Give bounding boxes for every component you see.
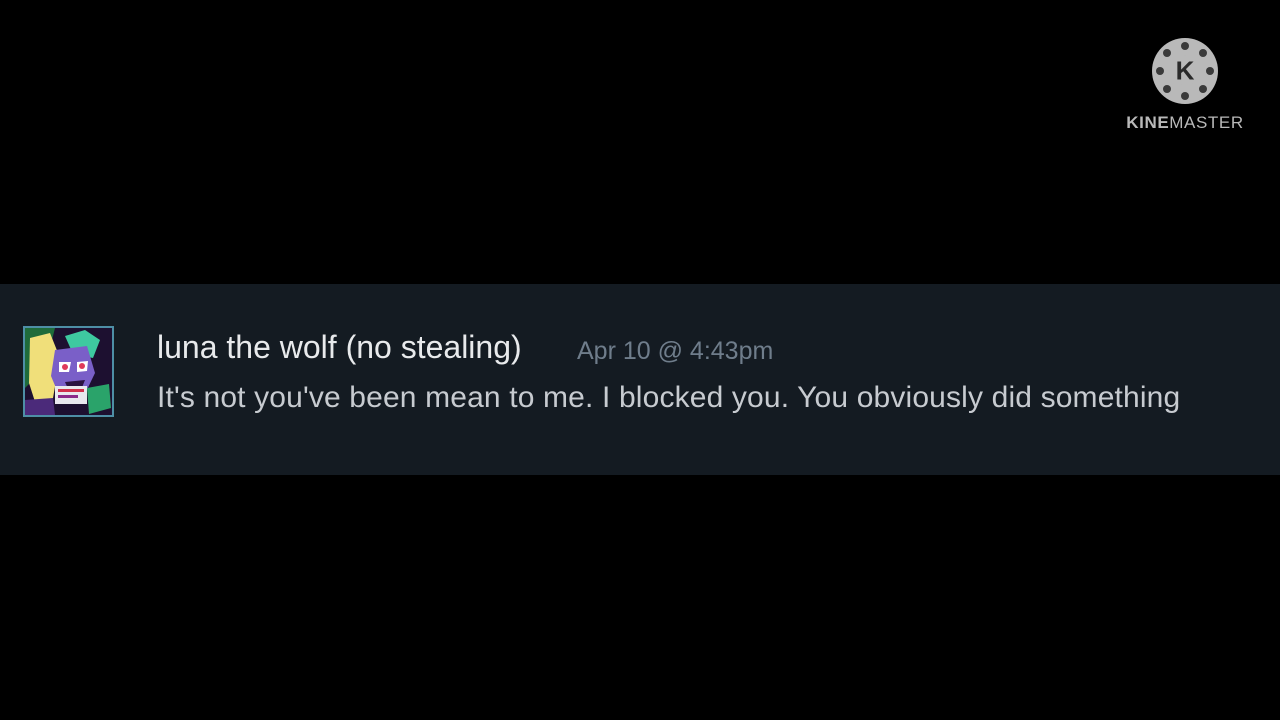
kinemaster-logo-icon: K [1152, 38, 1218, 104]
logo-letter: K [1170, 55, 1200, 86]
kinemaster-wordmark: KINEMASTER [1126, 113, 1243, 133]
kinemaster-watermark: K KINEMASTER [1124, 38, 1246, 133]
wordmark-bold: KINE [1126, 113, 1170, 132]
message-body: It's not you've been mean to me. I block… [157, 381, 1181, 414]
username[interactable]: luna the wolf (no stealing) [157, 328, 522, 366]
video-frame: K KINEMASTER luna the wolf (no stealing)… [0, 0, 1280, 720]
chat-message: luna the wolf (no stealing) Apr 10 @ 4:4… [0, 284, 1280, 475]
wordmark-light: MASTER [1169, 113, 1244, 132]
wolf-avatar-icon[interactable] [23, 326, 114, 417]
message-timestamp: Apr 10 @ 4:43pm [577, 337, 774, 365]
